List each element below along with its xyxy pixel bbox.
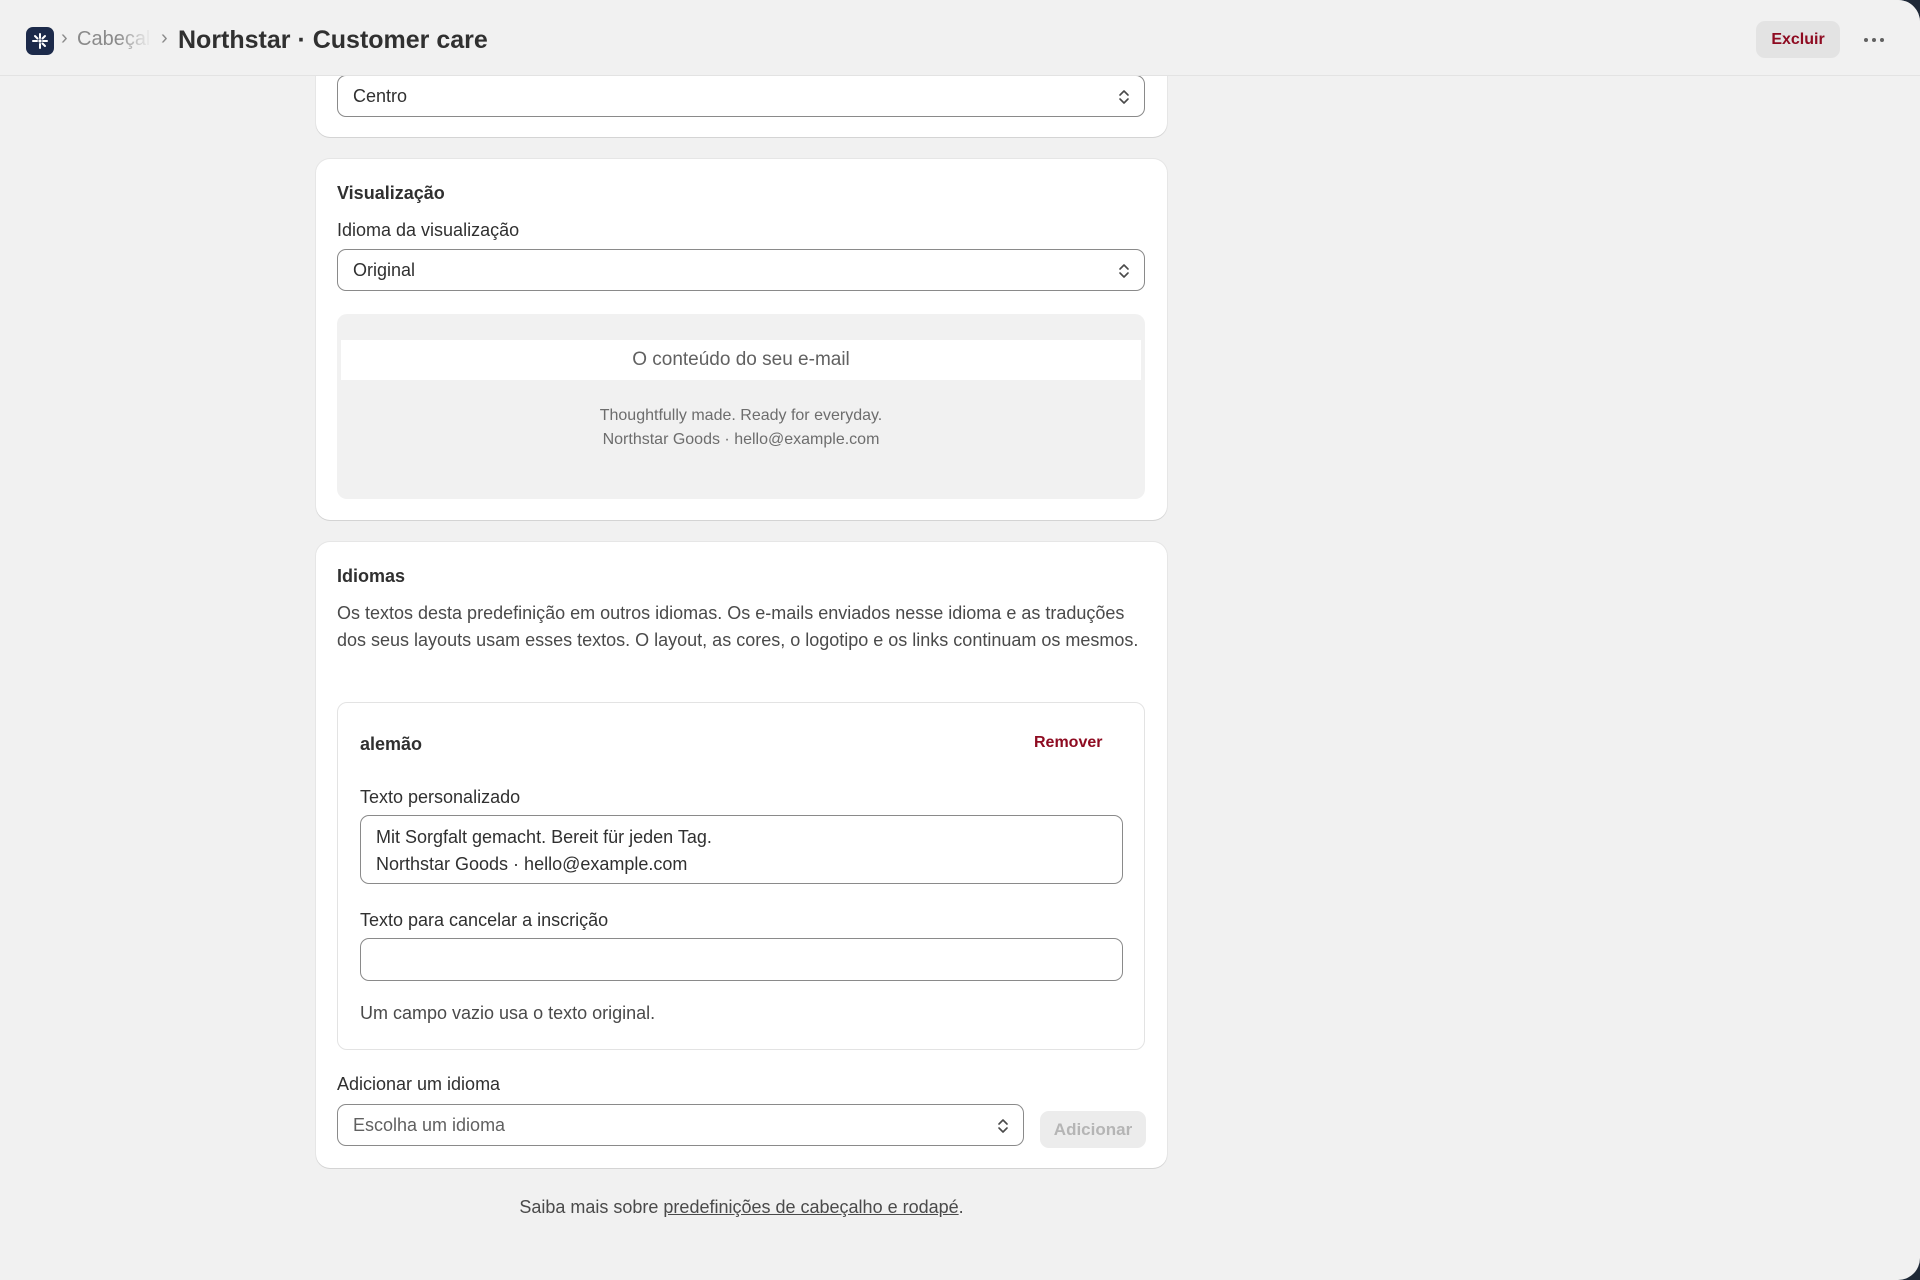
- footer-help-note: Saiba mais sobre predefinições de cabeça…: [0, 1197, 1483, 1218]
- remove-language-button[interactable]: Remover: [1034, 734, 1102, 752]
- languages-card-title: Idiomas: [337, 566, 406, 586]
- footer-prefix: Saiba mais sobre: [519, 1197, 664, 1217]
- top-bar: › Cabeçalho › Northstar · Customer care …: [0, 0, 1920, 76]
- page-title: Northstar · Customer care: [178, 26, 488, 54]
- email-preview-footer: Thoughtfully made. Ready for everyday. N…: [337, 404, 1145, 452]
- app-logo-icon[interactable]: [26, 27, 54, 55]
- more-horizontal-icon: [1864, 37, 1868, 42]
- email-footer-line-1: Thoughtfully made. Ready for everyday.: [599, 407, 883, 424]
- header-footer-presets-link[interactable]: predefinições de cabeçalho e rodapé: [663, 1197, 958, 1217]
- language-entry-name: alemão: [360, 734, 423, 754]
- add-language-label: Adicionar um idioma: [337, 1074, 501, 1094]
- preview-card-title: Visualização: [337, 183, 445, 203]
- custom-text-textarea[interactable]: Mit Sorgfalt gemacht. Bereit für jeden T…: [360, 815, 1123, 884]
- delete-button[interactable]: Excluir: [1756, 21, 1840, 58]
- email-preview: O conteúdo do seu e-mail Thoughtfully ma…: [337, 314, 1145, 499]
- preview-card: Visualização Idioma da visualização Orig…: [316, 159, 1167, 520]
- select-chevrons-icon: [998, 1119, 1008, 1133]
- more-actions-button[interactable]: [1855, 21, 1893, 58]
- languages-description: Os textos desta predefinição em outros i…: [337, 603, 1139, 650]
- custom-text-label: Texto personalizado: [360, 787, 521, 807]
- footer-suffix: .: [958, 1197, 964, 1217]
- unsubscribe-text-input[interactable]: [360, 938, 1123, 981]
- preview-language-label: Idioma da visualização: [337, 220, 520, 240]
- breadcrumb-parent[interactable]: Cabeçalho: [77, 28, 151, 51]
- preview-language-value: Original: [353, 259, 416, 280]
- alignment-select-value: Centro: [353, 85, 408, 106]
- email-footer-line-2: Northstar Goods · hello@example.com: [602, 431, 880, 448]
- languages-card: Idiomas Os textos desta predefinição em …: [316, 542, 1167, 1168]
- breadcrumb-separator-icon: ›: [61, 27, 68, 49]
- breadcrumb-separator-icon: ›: [161, 27, 168, 49]
- empty-field-help-text: Um campo vazio usa o texto original.: [360, 1003, 656, 1023]
- add-language-button[interactable]: Adicionar: [1040, 1111, 1146, 1148]
- select-chevrons-icon: [1119, 264, 1129, 278]
- email-content-placeholder: O conteúdo do seu e-mail: [341, 340, 1141, 380]
- language-entry: alemão Remover Texto personalizado Mit S…: [337, 702, 1145, 1050]
- add-language-select[interactable]: Escolha um idioma: [337, 1104, 1024, 1146]
- preview-language-select[interactable]: Original: [337, 249, 1145, 291]
- add-language-placeholder: Escolha um idioma: [353, 1114, 506, 1135]
- alignment-select[interactable]: Centro: [337, 75, 1145, 117]
- select-chevrons-icon: [1119, 90, 1129, 104]
- unsubscribe-text-label: Texto para cancelar a inscrição: [360, 910, 609, 930]
- app-window: › Cabeçalho › Northstar · Customer care …: [0, 0, 1920, 1280]
